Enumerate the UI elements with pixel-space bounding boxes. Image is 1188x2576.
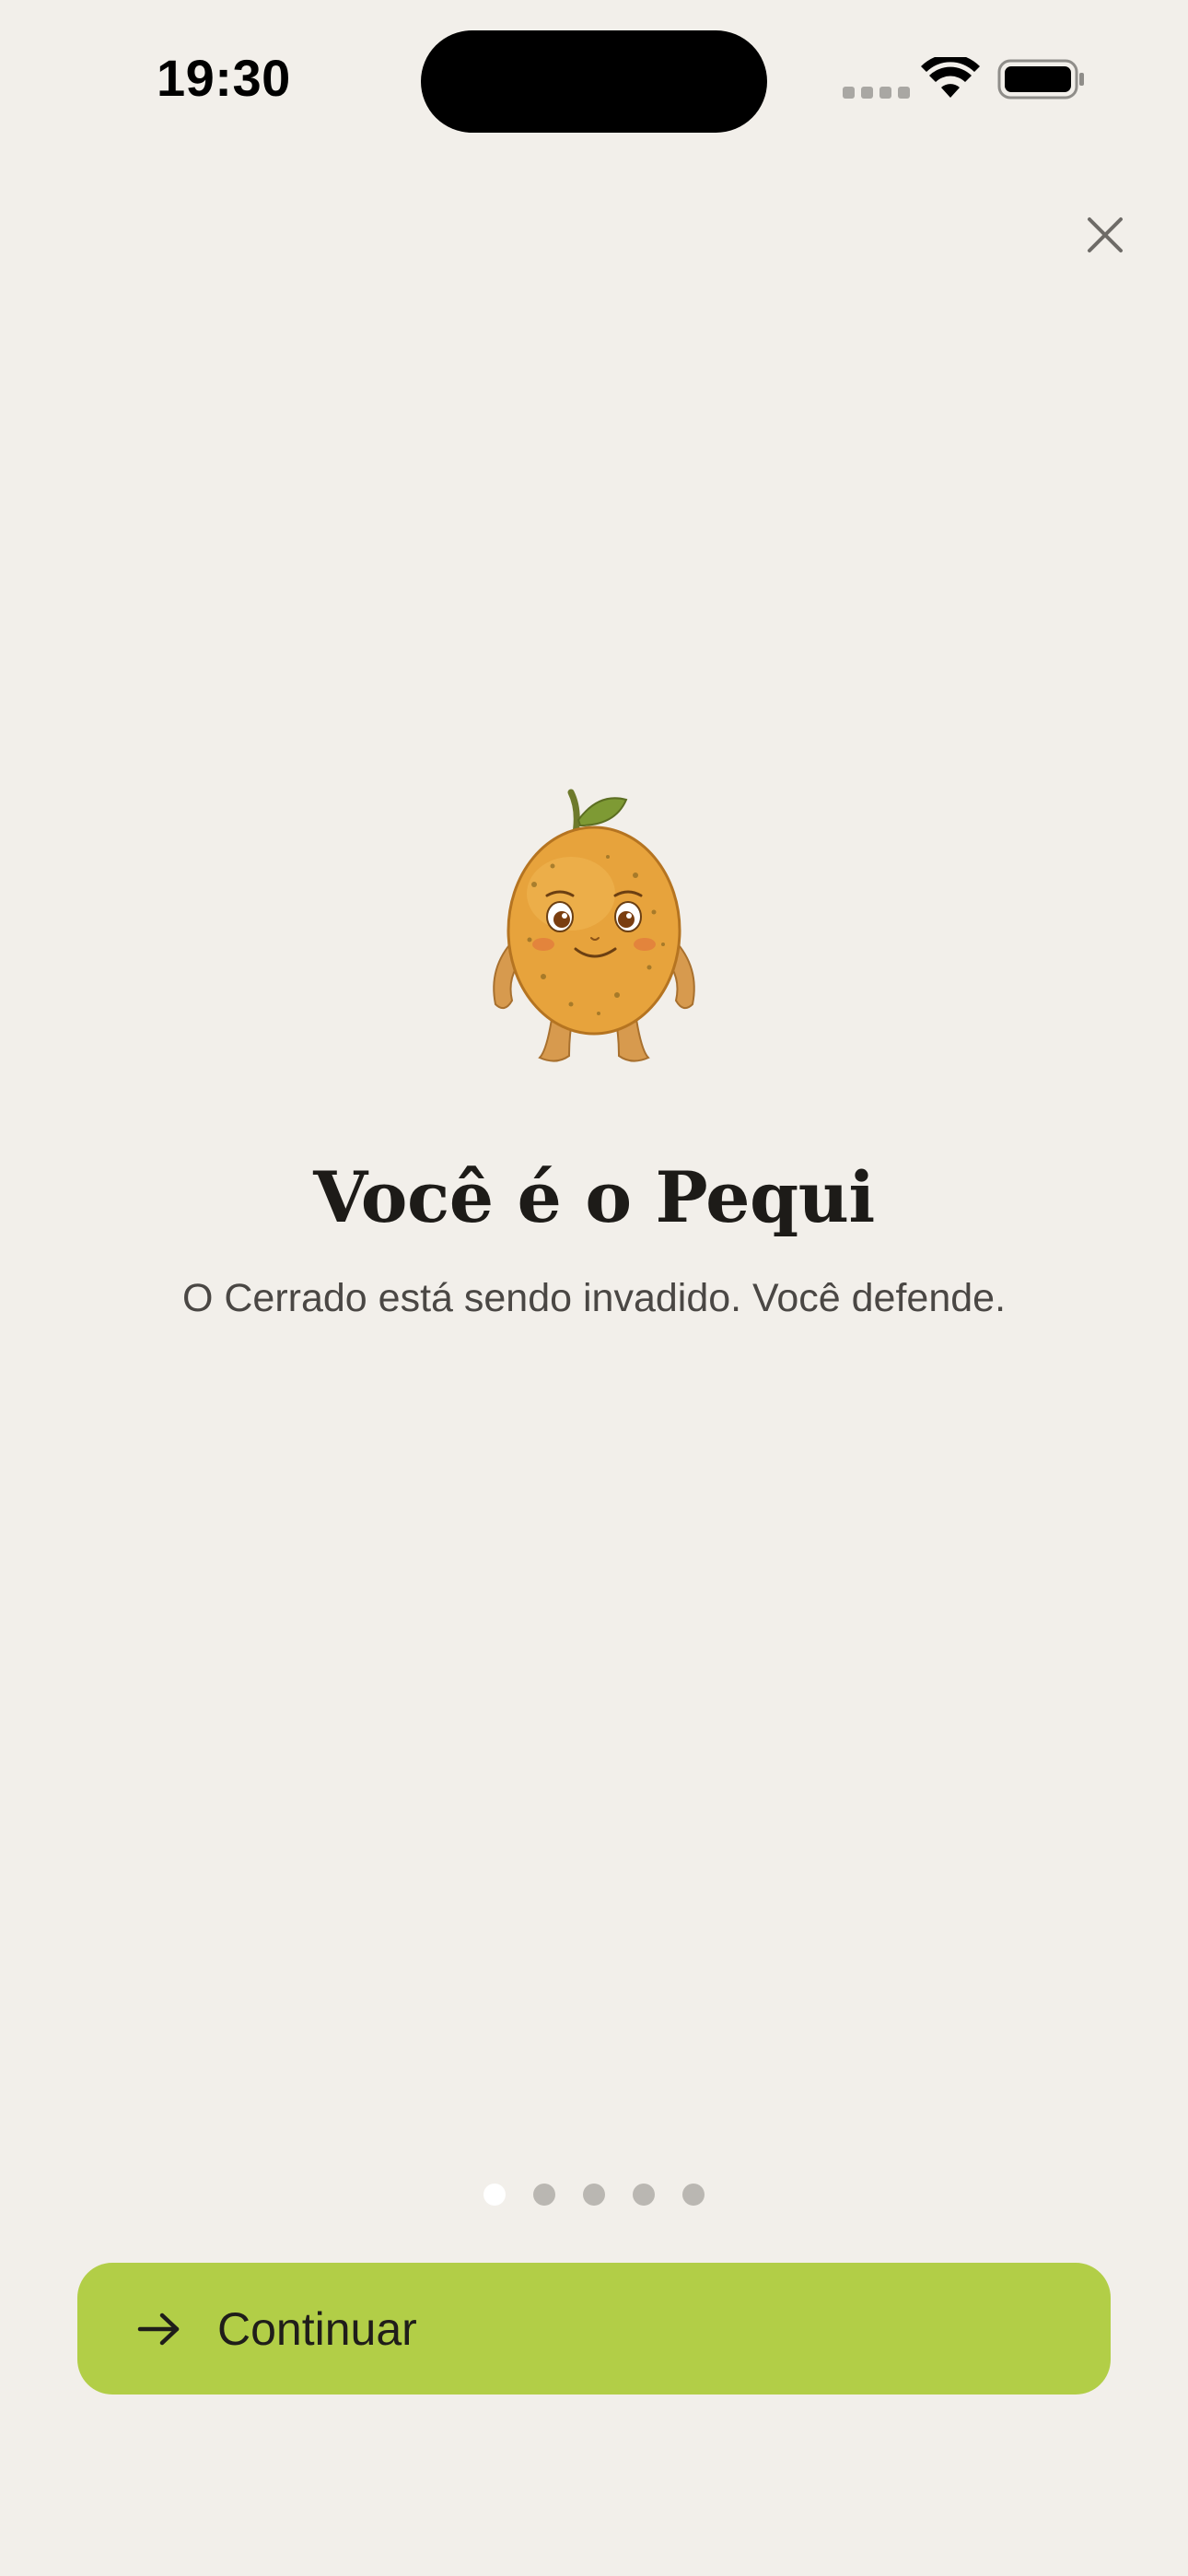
status-bar: 19:30: [0, 0, 1188, 157]
status-time: 19:30: [157, 49, 291, 107]
page-dot-1[interactable]: [483, 2184, 506, 2206]
page-indicator: [0, 2184, 1188, 2206]
continue-button[interactable]: Continuar: [77, 2263, 1111, 2395]
cellular-signal-icon: [843, 87, 910, 99]
page-dot-2[interactable]: [533, 2184, 555, 2206]
page-dot-5[interactable]: [682, 2184, 705, 2206]
page-dot-4[interactable]: [633, 2184, 655, 2206]
arrow-right-icon: [136, 2306, 182, 2352]
page-dot-3[interactable]: [583, 2184, 605, 2206]
close-icon: [1088, 217, 1123, 252]
close-button[interactable]: [1077, 207, 1133, 263]
onboarding-title: Você é o Pequi: [313, 1156, 875, 1238]
battery-icon: [997, 59, 1084, 100]
dynamic-island: [421, 30, 767, 133]
wifi-icon: [921, 57, 980, 98]
continue-button-label: Continuar: [217, 2302, 417, 2355]
onboarding-subtitle: O Cerrado está sendo invadido. Você defe…: [181, 1276, 1007, 1320]
pequi-mascot: [493, 789, 695, 1062]
